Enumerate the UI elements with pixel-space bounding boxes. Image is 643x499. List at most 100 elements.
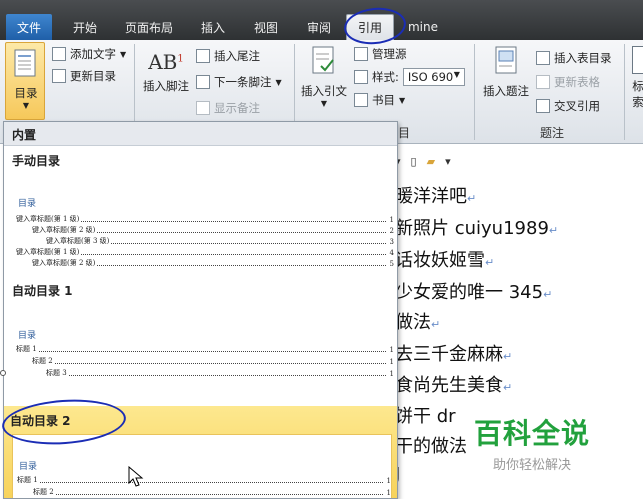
manual-toc-preview[interactable]: 目录 键入章标题(第 1 级) 1 键入章标题(第 2 级) 2 键入章标题(第 3… — [12, 174, 394, 274]
auto-toc-1-title[interactable]: 自动目录 1 — [12, 282, 73, 299]
insert-table-of-figures-button[interactable]: 插入表目录 — [536, 50, 612, 66]
bibliography-label: 书目 — [372, 93, 395, 107]
next-footnote-button[interactable]: 下一条脚注 ▼ — [196, 74, 282, 90]
add-text-icon — [52, 47, 66, 61]
show-notes-button[interactable]: 显示备注 — [196, 100, 260, 116]
open-folder-icon[interactable]: ▰ — [427, 155, 435, 168]
chevron-down-icon: ▼ — [453, 70, 460, 79]
new-document-icon[interactable]: ▯ — [411, 155, 417, 168]
insert-footnote-button[interactable]: AB1 插入脚注 — [140, 50, 192, 94]
show-notes-label: 显示备注 — [214, 101, 260, 115]
preview-row: 键入章标题(第 1 级) 4 — [16, 248, 394, 257]
watermark: 百科全说 助你轻松解决 — [474, 412, 590, 473]
group-separator — [474, 44, 475, 140]
insert-citation-label: 插入引文 — [301, 84, 347, 98]
preview-row: 标题 11 — [16, 345, 394, 354]
auto-toc-2-preview[interactable]: 目录 标题 11 标题 21 — [12, 434, 392, 498]
index-label-top: 标 — [632, 79, 643, 93]
cross-reference-button[interactable]: 交叉引用 — [536, 98, 600, 114]
tab-home[interactable]: 开始 — [60, 14, 110, 40]
toc-label: 目录 — [14, 86, 38, 100]
bibliography-icon — [354, 93, 368, 107]
tab-view[interactable]: 视图 — [242, 14, 290, 40]
style-label: 样式: — [372, 70, 399, 84]
tab-insert[interactable]: 插入 — [188, 14, 238, 40]
mark-entry-button[interactable]: 标 索 — [628, 46, 643, 110]
caption-icon — [495, 46, 517, 74]
citations-group-label: 目 — [398, 126, 411, 140]
auto-toc-1-preview[interactable]: 目录 标题 11 标题 21 标题 31 — [12, 304, 394, 384]
manage-sources-label: 管理源 — [372, 47, 407, 61]
preview-row: 标题 11 — [17, 476, 391, 485]
document-line: 话妆妖姬雪↵ — [395, 250, 495, 271]
preview-heading: 目录 — [19, 462, 38, 472]
style-dropdown[interactable]: ISO 690 ▼ — [402, 68, 465, 86]
preview-row: 标题 31 — [46, 369, 394, 378]
update-table-icon — [536, 75, 550, 89]
insert-endnote-label: 插入尾注 — [214, 49, 260, 63]
preview-row: 键入章标题(第 1 级) 1 — [16, 215, 394, 224]
manual-toc-title[interactable]: 手动目录 — [12, 152, 60, 169]
tab-file[interactable]: 文件 — [6, 14, 52, 40]
preview-row: 键入章标题(第 2 级) 2 — [32, 226, 394, 235]
cross-reference-icon — [536, 99, 550, 113]
update-toc-icon — [52, 69, 66, 83]
manage-sources-button[interactable]: 管理源 — [354, 46, 407, 62]
show-notes-icon — [196, 101, 210, 115]
insert-table-of-figures-label: 插入表目录 — [554, 51, 612, 65]
captions-group-label: 题注 — [540, 126, 565, 140]
preview-row: 键入章标题(第 3 级) 3 — [46, 237, 394, 246]
chevron-down-icon[interactable]: ▾ — [445, 155, 451, 168]
bibliography-button[interactable]: 书目 ▼ — [354, 92, 405, 108]
preview-heading: 目录 — [18, 199, 37, 209]
style-value: ISO 690 — [407, 70, 454, 84]
mouse-cursor-icon — [128, 466, 144, 487]
chevron-down-icon: ▼ — [399, 95, 406, 105]
cross-reference-label: 交叉引用 — [554, 99, 600, 113]
resize-handle[interactable] — [0, 370, 6, 376]
chevron-down-icon: ▼ — [320, 99, 328, 108]
next-footnote-icon — [196, 75, 210, 89]
quick-access-toolbar: ▾ ▯ ▰ ▾ — [395, 150, 451, 172]
document-line: 饼干 dr — [395, 406, 456, 427]
insert-caption-label: 插入题注 — [483, 84, 529, 98]
update-toc-label: 更新目录 — [70, 69, 116, 83]
document-line: 暖洋洋吧↵ — [395, 186, 477, 207]
tab-mine[interactable]: mine — [400, 14, 446, 40]
citation-icon — [312, 46, 334, 74]
insert-footnote-label: 插入脚注 — [143, 79, 189, 93]
preview-row: 标题 21 — [32, 357, 394, 366]
group-separator — [624, 44, 625, 140]
document-line: 少女爱的唯一 345↵ — [395, 282, 553, 303]
tab-page-layout[interactable]: 页面布局 — [114, 14, 184, 40]
document-line: 干的做法 — [395, 436, 467, 457]
document-icon — [14, 49, 36, 77]
document-line: 食尚先生美食↵ — [395, 375, 513, 396]
document-line: 去三千金麻麻↵ — [395, 344, 513, 365]
toc-button[interactable]: 目录 ▼ — [5, 42, 45, 120]
update-table-label: 更新表格 — [554, 75, 600, 89]
insert-caption-button[interactable]: 插入题注 — [478, 46, 534, 99]
preview-row: 键入章标题(第 2 级) 5 — [32, 259, 394, 268]
style-icon — [354, 70, 368, 84]
chevron-down-icon: ▼ — [120, 49, 127, 59]
footnote-icon: AB1 — [148, 50, 184, 74]
add-text-label: 添加文字 — [70, 47, 116, 61]
chevron-down-icon: ▼ — [275, 77, 282, 87]
insert-endnote-button[interactable]: 插入尾注 — [196, 48, 260, 64]
update-table-button[interactable]: 更新表格 — [536, 74, 600, 90]
style-selector: 样式: ISO 690 ▼ — [354, 68, 465, 86]
index-icon — [632, 46, 643, 74]
chevron-down-icon: ▼ — [22, 101, 30, 110]
ribbon-tab-bar: 文件 开始 页面布局 插入 视图 审阅 引用 mine — [0, 0, 643, 40]
table-of-figures-icon — [536, 51, 550, 65]
index-label-bottom: 索 — [632, 95, 643, 109]
insert-citation-button[interactable]: 插入引文 ▼ — [298, 46, 350, 108]
watermark-title: 百科全说 — [474, 417, 591, 450]
update-toc-button[interactable]: 更新目录 — [52, 68, 116, 84]
add-text-button[interactable]: 添加文字 ▼ — [52, 46, 126, 62]
preview-row: 标题 21 — [33, 488, 391, 497]
gallery-header: 内置 — [4, 122, 397, 146]
tab-review[interactable]: 审阅 — [294, 14, 344, 40]
endnote-icon — [196, 49, 210, 63]
